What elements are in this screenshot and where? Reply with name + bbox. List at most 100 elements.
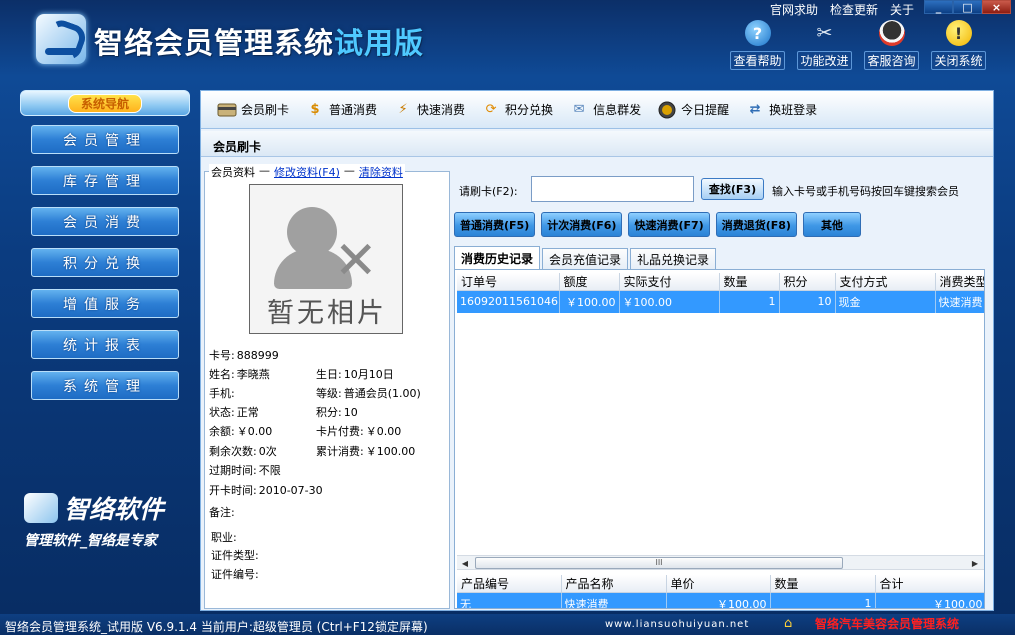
sidebar-item-inventory[interactable]: 库存管理 bbox=[31, 166, 179, 195]
normal-consume-button[interactable]: 普通消费(F5) bbox=[454, 212, 536, 237]
field-expire: 过期时间: 不限 bbox=[209, 462, 281, 478]
points-value: 10 bbox=[343, 406, 358, 419]
table-row[interactable]: 无 快速消费 ￥100.00 1 ￥100.00 bbox=[457, 592, 984, 608]
toolbar-normal-consume[interactable]: $ 普通消费 bbox=[305, 101, 377, 119]
warning-icon: ! bbox=[945, 20, 972, 46]
main-panel: 会员刷卡 $ 普通消费 ⚡ 快速消费 ⟳ 积分兑换 ✉ 信息群发 今日提醒 ⇄ … bbox=[200, 90, 994, 611]
col-consume-type[interactable]: 消费类型 bbox=[935, 273, 984, 291]
col-detail-quantity[interactable]: 数量 bbox=[770, 575, 876, 593]
about-link[interactable]: 关于 bbox=[890, 1, 914, 18]
col-product-no[interactable]: 产品编号 bbox=[457, 575, 562, 593]
panel-title: 会员刷卡 bbox=[201, 131, 993, 157]
field-id-number: 证件编号: bbox=[211, 566, 259, 582]
sidebar-item-member-consumption[interactable]: 会员消费 bbox=[31, 207, 179, 236]
field-status: 状态: 正常 bbox=[209, 404, 259, 420]
close-window-button[interactable]: × bbox=[982, 0, 1011, 14]
no-photo-x-icon: ✕ bbox=[334, 231, 378, 291]
status-value: 正常 bbox=[236, 406, 259, 419]
field-remaining-times: 剩余次数: 0次 bbox=[209, 443, 277, 459]
job-label: 职业: bbox=[211, 531, 237, 544]
col-product-name[interactable]: 产品名称 bbox=[561, 575, 667, 593]
status-label: 状态: bbox=[209, 406, 235, 419]
feature-improve-button[interactable]: ✂ 功能改进 bbox=[793, 20, 856, 70]
return-goods-button[interactable]: 消费退货(F8) bbox=[715, 212, 797, 237]
clear-member-link[interactable]: 清除资料 bbox=[359, 164, 403, 180]
name-value: 李晓燕 bbox=[236, 368, 270, 381]
header-tool-buttons: ? 查看帮助 ✂ 功能改进 客服咨询 ! 关闭系统 bbox=[726, 20, 990, 70]
card-fee-value: ￥0.00 bbox=[365, 425, 402, 438]
field-birthday: 生日: 10月10日 bbox=[316, 366, 394, 382]
level-value: 普通会员(1.00) bbox=[343, 387, 421, 400]
scroll-right-icon[interactable]: ▶ bbox=[968, 557, 982, 569]
col-subtotal[interactable]: 合计 bbox=[875, 575, 984, 593]
customer-service-button[interactable]: 客服咨询 bbox=[860, 20, 923, 70]
toolbar-points-exchange-label: 积分兑换 bbox=[505, 103, 554, 117]
field-card: 卡号: 888999 bbox=[209, 347, 279, 363]
col-quantity[interactable]: 数量 bbox=[719, 273, 780, 291]
col-payment-method[interactable]: 支付方式 bbox=[835, 273, 936, 291]
horizontal-scrollbar[interactable]: ◀ III ▶ bbox=[457, 555, 984, 570]
card-value: 888999 bbox=[236, 349, 279, 362]
balance-label: 余额: bbox=[209, 425, 235, 438]
money-icon: $ bbox=[310, 102, 320, 117]
help-online-link[interactable]: 官网求助 bbox=[770, 1, 818, 18]
website-link[interactable]: www.liansuohuiyuan.net bbox=[605, 619, 749, 630]
cell-consume-type: 快速消费 bbox=[935, 290, 984, 313]
check-update-link[interactable]: 检查更新 bbox=[830, 1, 878, 18]
member-photo[interactable]: ✕ 暂无相片 bbox=[249, 184, 403, 334]
note-label: 备注: bbox=[209, 506, 235, 519]
field-card-fee: 卡片付费: ￥0.00 bbox=[316, 423, 401, 439]
sidebar-item-member-management[interactable]: 会员管理 bbox=[31, 125, 179, 154]
toolbar-card-swipe[interactable]: 会员刷卡 bbox=[217, 101, 289, 119]
brand-slogan: 管理软件_智络是专家 bbox=[24, 533, 157, 549]
field-name: 姓名: 李晓燕 bbox=[209, 366, 270, 382]
toolbar-today-reminder[interactable]: 今日提醒 bbox=[657, 101, 729, 119]
sidebar-item-points-exchange[interactable]: 积分兑换 bbox=[31, 248, 179, 277]
sidebar-item-value-added[interactable]: 增值服务 bbox=[31, 289, 179, 318]
card-input[interactable] bbox=[531, 176, 694, 202]
close-system-button[interactable]: ! 关闭系统 bbox=[927, 20, 990, 70]
count-consume-button[interactable]: 计次消费(F6) bbox=[541, 212, 623, 237]
status-version-user: 智络会员管理系统_试用版 V6.9.1.4 当前用户:超级管理员 (Ctrl+F… bbox=[5, 620, 428, 634]
scroll-thumb[interactable]: III bbox=[475, 557, 843, 569]
birthday-value: 10月10日 bbox=[343, 368, 394, 381]
home-icon[interactable]: ⌂ bbox=[784, 617, 800, 631]
toolbar-points-exchange[interactable]: ⟳ 积分兑换 bbox=[481, 101, 553, 119]
no-photo-text: 暂无相片 bbox=[267, 298, 387, 329]
records-grid: 订单号 额度 实际支付 数量 积分 支付方式 消费类型 160920115610… bbox=[454, 269, 985, 609]
fast-consume-button[interactable]: 快速消费(F7) bbox=[628, 212, 710, 237]
toolbar-mass-message[interactable]: ✉ 信息群发 bbox=[569, 101, 641, 119]
product-name: 智络汽车美容会员管理系统 bbox=[815, 617, 960, 631]
member-info-legend: 会员资料 — 修改资料(F4) — 清除资料 bbox=[209, 164, 405, 180]
find-button[interactable]: 查找(F3) bbox=[701, 178, 764, 200]
field-total-consumption: 累计消费: ￥100.00 bbox=[316, 443, 415, 459]
tab-consumption-history[interactable]: 消费历史记录 bbox=[454, 246, 541, 269]
feature-improve-label: 功能改进 bbox=[797, 51, 852, 70]
col-amount[interactable]: 额度 bbox=[559, 273, 620, 291]
tools-icon: ✂ bbox=[816, 22, 833, 44]
total-value: ￥100.00 bbox=[365, 445, 416, 458]
sidebar-item-reports[interactable]: 统计报表 bbox=[31, 330, 179, 359]
sidebar-item-system[interactable]: 系统管理 bbox=[31, 371, 179, 400]
card-label: 卡号: bbox=[209, 349, 235, 362]
toolbar-shift-login[interactable]: ⇄ 换班登录 bbox=[745, 101, 817, 119]
toolbar-fast-consume[interactable]: ⚡ 快速消费 bbox=[393, 101, 465, 119]
other-button[interactable]: 其他 bbox=[802, 212, 861, 237]
expire-label: 过期时间: bbox=[209, 464, 257, 477]
view-help-button[interactable]: ? 查看帮助 bbox=[726, 20, 789, 70]
scroll-left-icon[interactable]: ◀ bbox=[458, 557, 472, 569]
id-number-label: 证件编号: bbox=[211, 568, 259, 581]
edit-member-link[interactable]: 修改资料(F4) bbox=[274, 164, 340, 180]
col-unit-price[interactable]: 单价 bbox=[666, 575, 771, 593]
col-order-no[interactable]: 订单号 bbox=[457, 273, 560, 291]
col-actual-paid[interactable]: 实际支付 bbox=[619, 273, 720, 291]
table-row[interactable]: 16092011561046 ￥100.00 ￥100.00 1 10 现金 快… bbox=[457, 290, 984, 313]
tab-gift-exchange[interactable]: 礼品兑换记录 bbox=[630, 248, 717, 269]
minimize-button[interactable]: _ bbox=[924, 0, 953, 14]
maximize-button[interactable]: □ bbox=[953, 0, 982, 14]
toolbar: 会员刷卡 $ 普通消费 ⚡ 快速消费 ⟳ 积分兑换 ✉ 信息群发 今日提醒 ⇄ … bbox=[201, 91, 993, 129]
field-level: 等级: 普通会员(1.00) bbox=[316, 385, 421, 401]
phone-label: 手机: bbox=[209, 387, 235, 400]
tab-recharge-history[interactable]: 会员充值记录 bbox=[542, 248, 629, 269]
col-points[interactable]: 积分 bbox=[779, 273, 836, 291]
